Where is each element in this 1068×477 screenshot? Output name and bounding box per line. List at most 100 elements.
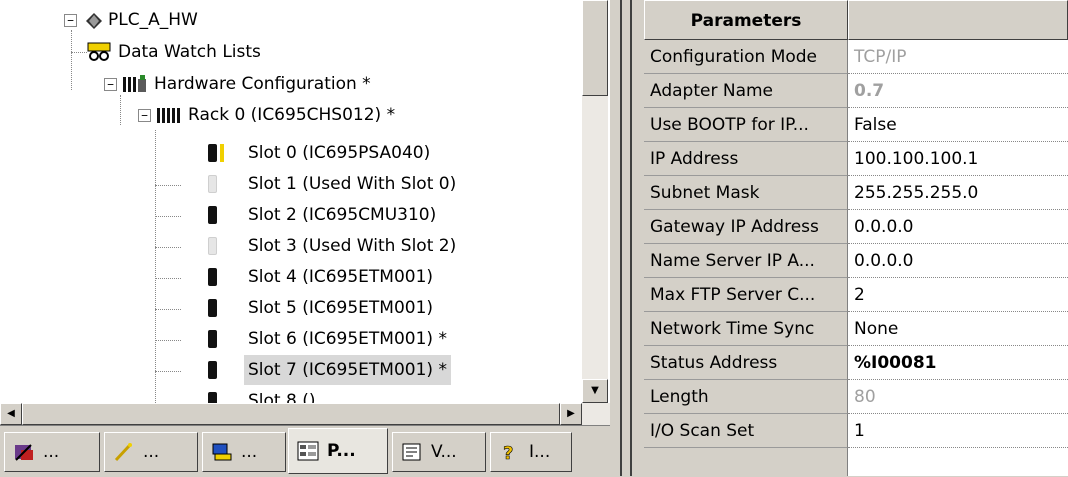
empty-slot-icon — [208, 237, 217, 255]
rack-icon — [157, 108, 180, 123]
toolbox-tab-icon — [114, 443, 132, 462]
property-value[interactable]: 100.100.100.1 — [848, 142, 1068, 176]
scroll-left-button[interactable]: ◀ — [0, 403, 22, 425]
property-name: Status Address — [644, 346, 848, 380]
tree-node-slot-2[interactable]: Slot 2 (IC695CMU310) — [208, 200, 528, 230]
property-value[interactable]: 0.0.0.0 — [848, 210, 1068, 244]
property-name: Gateway IP Address — [644, 210, 848, 244]
tree-node-hardware-configuration[interactable]: − Hardware Configuration * — [104, 69, 424, 99]
tab-toolbox[interactable]: ... — [104, 432, 198, 472]
property-row-length[interactable]: Length 80 — [644, 380, 1068, 414]
property-value[interactable]: False — [848, 108, 1068, 142]
tree-connector — [155, 130, 156, 403]
tree-node-label: Slot 6 (IC695ETM001) * — [248, 329, 447, 349]
property-name: IP Address — [644, 142, 848, 176]
tab-label: P... — [327, 441, 356, 461]
tree-horizontal-scrollbar[interactable]: ◀ ▶ — [0, 403, 610, 425]
collapse-icon[interactable]: − — [138, 109, 151, 122]
empty-slot-icon — [208, 175, 217, 193]
grid-empty-area — [644, 448, 848, 476]
tree-node-label: Rack 0 (IC695CHS012) * — [188, 105, 396, 125]
tree-node-slot-7[interactable]: Slot 7 (IC695ETM001) * — [208, 355, 528, 385]
tab-label: ... — [43, 442, 60, 462]
properties-tab-icon — [297, 441, 319, 461]
tree-node-label-selected: Slot 7 (IC695ETM001) * — [244, 355, 451, 385]
tree-node-slot-1[interactable]: Slot 1 (Used With Slot 0) — [208, 169, 528, 199]
property-row-name-server-ip[interactable]: Name Server IP A... 0.0.0.0 — [644, 244, 1068, 278]
tree-connector — [155, 371, 181, 372]
tree-connector — [155, 309, 181, 310]
project-tab-icon — [15, 444, 33, 461]
tree-node-label: Slot 5 (IC695ETM001) — [248, 298, 434, 318]
collapse-icon[interactable]: − — [64, 14, 77, 27]
tree-node-label: Slot 2 (IC695CMU310) — [248, 205, 437, 225]
help-tab-icon: ? — [503, 443, 514, 462]
property-value[interactable]: None — [848, 312, 1068, 346]
property-value[interactable]: TCP/IP — [848, 40, 1068, 74]
property-row-use-bootp[interactable]: Use BOOTP for IP... False — [644, 108, 1068, 142]
property-name: Length — [644, 380, 848, 414]
tab-properties[interactable]: P... — [288, 428, 388, 474]
property-name: Subnet Mask — [644, 176, 848, 210]
module-icon — [208, 206, 217, 224]
tree-node-slot-8[interactable]: Slot 8 () — [208, 386, 528, 403]
property-row-max-ftp-server[interactable]: Max FTP Server C... 2 — [644, 278, 1068, 312]
tab-label: ... — [241, 442, 258, 462]
tree-node-rack-0[interactable]: − Rack 0 (IC695CHS012) * — [138, 100, 478, 130]
property-name: Use BOOTP for IP... — [644, 108, 848, 142]
property-row-ip-address[interactable]: IP Address 100.100.100.1 — [644, 142, 1068, 176]
property-value[interactable]: 80 — [848, 380, 1068, 414]
tab-navigator[interactable]: ... — [202, 432, 286, 472]
property-value[interactable]: 2 — [848, 278, 1068, 312]
property-name: Adapter Name — [644, 74, 848, 108]
tree-node-slot-6[interactable]: Slot 6 (IC695ETM001) * — [208, 324, 528, 354]
properties-grid: Parameters Configuration Mode TCP/IP Ada… — [644, 0, 1068, 476]
tab-project[interactable]: ... — [4, 432, 100, 472]
project-tree[interactable]: − PLC_A_HW Data Watch Lists − Hardware C… — [0, 0, 610, 403]
collapse-icon[interactable]: − — [104, 78, 117, 91]
property-value[interactable]: 0.7 — [848, 74, 1068, 108]
property-value[interactable]: %I00081 — [848, 346, 1068, 380]
tree-node-label: Slot 1 (Used With Slot 0) — [248, 174, 457, 194]
tree-node-data-watch-lists[interactable]: Data Watch Lists — [86, 37, 386, 67]
tree-node-label: Data Watch Lists — [118, 42, 261, 62]
panel-splitter[interactable] — [614, 0, 640, 476]
tree-connector — [155, 278, 181, 279]
grid-header-value — [848, 0, 1068, 40]
tab-info[interactable]: ? I... — [490, 432, 572, 472]
property-name: Network Time Sync — [644, 312, 848, 346]
scrollbar-thumb[interactable] — [22, 403, 560, 425]
scroll-down-button[interactable]: ▼ — [582, 379, 608, 403]
tree-connector — [71, 30, 72, 90]
property-row-network-time-sync[interactable]: Network Time Sync None — [644, 312, 1068, 346]
property-value[interactable]: 0.0.0.0 — [848, 244, 1068, 278]
tree-node-slot-4[interactable]: Slot 4 (IC695ETM001) — [208, 262, 528, 292]
tree-node-label: Slot 3 (Used With Slot 2) — [248, 236, 457, 256]
svg-text:?: ? — [503, 443, 513, 462]
power-supply-module-icon — [208, 144, 217, 162]
panel-tab-bar: ... ... ... P... V... ? I... — [0, 425, 610, 477]
psu-indicator — [220, 144, 224, 162]
property-row-subnet-mask[interactable]: Subnet Mask 255.255.255.0 — [644, 176, 1068, 210]
tree-node-slot-3[interactable]: Slot 3 (Used With Slot 2) — [208, 231, 528, 261]
property-row-configuration-mode[interactable]: Configuration Mode TCP/IP — [644, 40, 1068, 74]
property-value[interactable]: 1 — [848, 414, 1068, 448]
tree-node-plc[interactable]: − PLC_A_HW — [64, 5, 364, 35]
tree-node-label: Hardware Configuration * — [154, 74, 371, 94]
property-value[interactable]: 255.255.255.0 — [848, 176, 1068, 210]
splitter-line — [620, 0, 622, 476]
tab-variables[interactable]: V... — [392, 432, 486, 472]
plc-diamond-icon — [86, 13, 102, 29]
tree-vertical-scrollbar[interactable]: ▼ — [582, 0, 608, 403]
tab-label: V... — [431, 442, 457, 462]
tree-node-label: Slot 8 () — [248, 391, 316, 403]
property-row-adapter-name[interactable]: Adapter Name 0.7 — [644, 74, 1068, 108]
scrollbar-thumb[interactable] — [582, 0, 608, 96]
scroll-right-button[interactable]: ▶ — [560, 403, 582, 425]
tree-node-slot-0[interactable]: Slot 0 (IC695PSA040) — [208, 138, 528, 168]
property-row-gateway-ip[interactable]: Gateway IP Address 0.0.0.0 — [644, 210, 1068, 244]
property-row-status-address[interactable]: Status Address %I00081 — [644, 346, 1068, 380]
tree-node-slot-5[interactable]: Slot 5 (IC695ETM001) — [208, 293, 528, 323]
tree-node-label: Slot 4 (IC695ETM001) — [248, 267, 434, 287]
property-row-io-scan-set[interactable]: I/O Scan Set 1 — [644, 414, 1068, 448]
